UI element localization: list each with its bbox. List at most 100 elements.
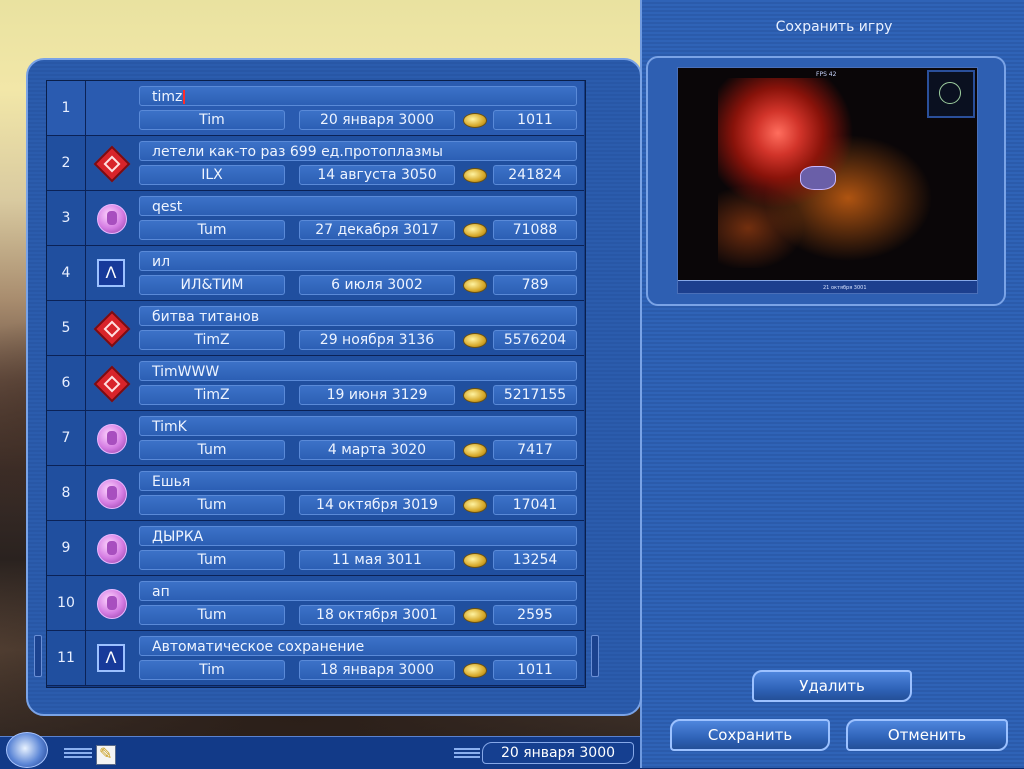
save-date: 20 января 3000 bbox=[299, 110, 455, 130]
save-date: 4 марта 3020 bbox=[299, 440, 455, 460]
coin-icon bbox=[463, 608, 487, 623]
save-name-text: ДЫРКА bbox=[152, 529, 204, 545]
save-row[interactable]: 7 TimK Tum 4 марта 3020 7417 bbox=[47, 411, 584, 466]
save-author: ИЛ&ТИМ bbox=[139, 275, 285, 295]
text-caret bbox=[183, 90, 186, 104]
save-name: ил bbox=[139, 251, 577, 271]
save-name-text: timz bbox=[152, 89, 183, 105]
pink-orb-icon bbox=[97, 534, 127, 564]
save-preview-image: FPS 42 21 октября 3001 bbox=[677, 67, 978, 294]
save-number: 9 bbox=[47, 521, 86, 575]
save-name-text: Ешья bbox=[152, 474, 191, 490]
pink-orb-icon bbox=[96, 478, 127, 509]
save-author: Tum bbox=[139, 220, 285, 240]
save-number: 11 bbox=[47, 631, 86, 685]
cancel-button[interactable]: Отменить bbox=[846, 719, 1008, 751]
save-score: 71088 bbox=[493, 220, 577, 240]
save-date: 6 июля 3002 bbox=[299, 275, 455, 295]
coin-icon bbox=[463, 278, 487, 293]
status-stripes-icon bbox=[64, 748, 92, 760]
save-name-text: ил bbox=[152, 254, 171, 270]
save-row[interactable]: 2 летели как-то раз 699 ед.протоплазмы ILX… bbox=[47, 136, 584, 191]
red-diamond-icon bbox=[93, 365, 131, 403]
save-number: 1 bbox=[47, 81, 86, 135]
scroll-right-mark[interactable] bbox=[591, 635, 599, 677]
save-button[interactable]: Сохранить bbox=[670, 719, 830, 751]
save-score: 13254 bbox=[493, 550, 577, 570]
save-name: TimWWW bbox=[139, 361, 577, 381]
save-name-text: Автоматическое сохранение bbox=[152, 639, 365, 655]
preview-minimap bbox=[927, 70, 975, 118]
save-number: 7 bbox=[47, 411, 86, 465]
save-number: 6 bbox=[47, 356, 86, 410]
save-icon-empty bbox=[96, 93, 126, 123]
save-number: 2 bbox=[47, 136, 86, 190]
save-row[interactable]: 4 ил ИЛ&ТИМ 6 июля 3002 789 bbox=[47, 246, 584, 301]
delete-button[interactable]: Удалить bbox=[752, 670, 912, 702]
preview-hud-date: 21 октября 3001 bbox=[823, 285, 867, 291]
preview-fps-text: FPS 42 bbox=[816, 71, 837, 78]
status-date: 20 января 3000 bbox=[482, 742, 634, 764]
coin-icon bbox=[463, 553, 487, 568]
save-row[interactable]: 9 ДЫРКА Tum 11 мая 3011 13254 bbox=[47, 521, 584, 576]
save-score: 1011 bbox=[493, 660, 577, 680]
window-title: Сохранить игру bbox=[775, 19, 893, 35]
blue-lambda-icon bbox=[97, 259, 125, 287]
save-date: 18 октября 3001 bbox=[299, 605, 455, 625]
save-number: 3 bbox=[47, 191, 86, 245]
pink-orb-icon bbox=[96, 423, 127, 454]
save-author: Tim bbox=[139, 110, 285, 130]
red-diamond-icon bbox=[93, 310, 131, 348]
save-row[interactable]: 5 битва титанов TimZ 29 ноября 3136 5576204 bbox=[47, 301, 584, 356]
save-author: ILX bbox=[139, 165, 285, 185]
save-date: 14 октября 3019 bbox=[299, 495, 455, 515]
save-score: 2595 bbox=[493, 605, 577, 625]
coin-icon bbox=[463, 223, 487, 238]
save-score: 7417 bbox=[493, 440, 577, 460]
save-author: Tum bbox=[139, 550, 285, 570]
save-name-text: битва титанов bbox=[152, 309, 260, 325]
pink-orb-icon bbox=[96, 203, 127, 234]
save-date: 14 августа 3050 bbox=[299, 165, 455, 185]
save-date: 11 мая 3011 bbox=[299, 550, 455, 570]
save-name: битва титанов bbox=[139, 306, 577, 326]
pink-orb-icon bbox=[97, 479, 127, 509]
save-number: 10 bbox=[47, 576, 86, 630]
save-score: 1011 bbox=[493, 110, 577, 130]
save-date: 29 ноября 3136 bbox=[299, 330, 455, 350]
coin-icon bbox=[463, 388, 487, 403]
notes-icon[interactable] bbox=[96, 744, 116, 765]
save-name: TimK bbox=[139, 416, 577, 436]
coin-icon bbox=[463, 443, 487, 458]
game-logo-icon[interactable] bbox=[6, 732, 48, 768]
red-diamond-icon bbox=[93, 145, 131, 183]
save-row[interactable]: 8 Ешья Tum 14 октября 3019 17041 bbox=[47, 466, 584, 521]
coin-icon bbox=[463, 498, 487, 513]
blue-lambda-icon bbox=[97, 644, 125, 672]
save-author: TimZ bbox=[139, 385, 285, 405]
save-name[interactable]: timz bbox=[139, 86, 577, 106]
save-score: 17041 bbox=[493, 495, 577, 515]
save-row[interactable]: 3 qest Tum 27 декабря 3017 71088 bbox=[47, 191, 584, 246]
save-date: 18 января 3000 bbox=[299, 660, 455, 680]
save-date: 27 декабря 3017 bbox=[299, 220, 455, 240]
save-author: TimZ bbox=[139, 330, 285, 350]
save-row[interactable]: 1 timz Tim 20 января 3000 1011 bbox=[47, 81, 584, 136]
pink-orb-icon bbox=[97, 204, 127, 234]
red-diamond-icon bbox=[93, 145, 131, 183]
red-diamond-icon bbox=[93, 365, 131, 403]
coin-icon bbox=[463, 113, 487, 128]
save-row[interactable]: 10 ап Tum 18 октября 3001 2595 bbox=[47, 576, 584, 631]
save-row[interactable]: 6 TimWWW TimZ 19 июня 3129 5217155 bbox=[47, 356, 584, 411]
blue-lambda-icon bbox=[96, 643, 126, 673]
save-name: qest bbox=[139, 196, 577, 216]
save-author: Tum bbox=[139, 440, 285, 460]
save-score: 789 bbox=[493, 275, 577, 295]
save-name-text: TimK bbox=[152, 419, 187, 435]
save-row[interactable]: 11 Автоматическое сохранение Tim 18 января … bbox=[47, 631, 584, 686]
save-name: летели как-то раз 699 ед.протоплазмы bbox=[139, 141, 577, 161]
scroll-left-mark[interactable] bbox=[34, 635, 42, 677]
red-diamond-icon bbox=[93, 310, 131, 348]
save-score: 5217155 bbox=[493, 385, 577, 405]
save-name: ап bbox=[139, 581, 577, 601]
